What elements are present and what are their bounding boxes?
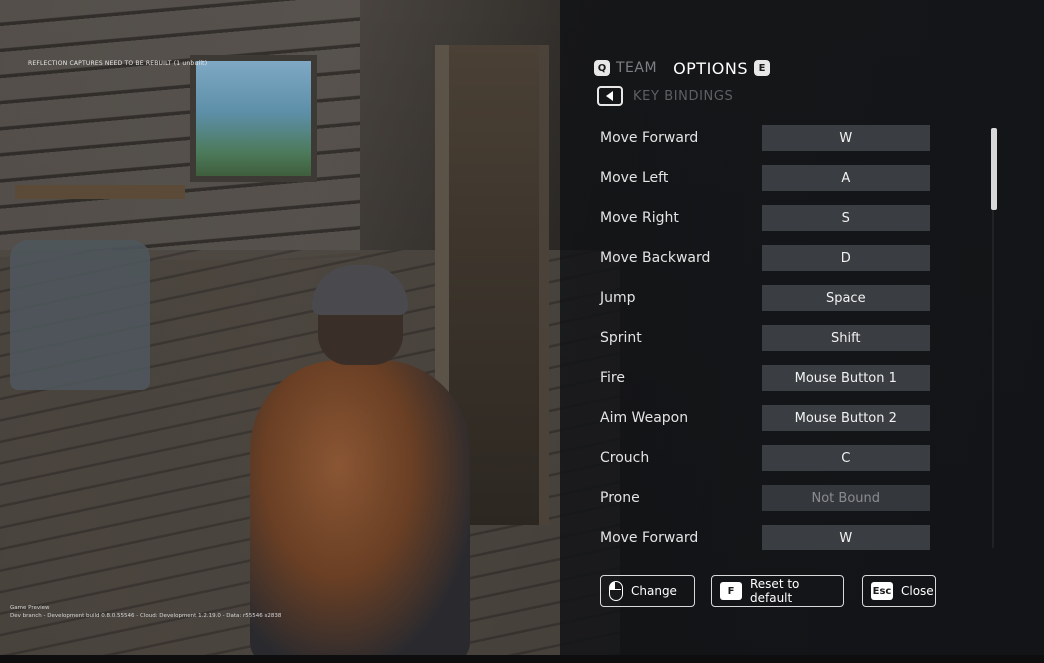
binding-action-label: Move Left (600, 170, 669, 186)
bottom-letterbox (0, 655, 1044, 663)
binding-action-label: Sprint (600, 330, 642, 346)
binding-action-label: Move Right (600, 210, 679, 226)
options-header: Q TEAM OPTIONS E (594, 58, 771, 78)
binding-action-label: Move Forward (600, 130, 699, 146)
section-header: KEY BINDINGS (597, 86, 733, 106)
binding-key-slot[interactable]: Not Bound (761, 485, 930, 511)
binding-row: Move Forward W (590, 118, 930, 158)
binding-key-slot[interactable]: Mouse Button 1 (761, 365, 930, 391)
binding-row: Move Backward D (590, 238, 930, 278)
armchair (10, 240, 150, 390)
binding-row: Jump Space (590, 278, 930, 318)
back-button[interactable] (597, 86, 623, 106)
change-button[interactable]: Change (600, 575, 695, 607)
close-key-hint: Esc (871, 582, 893, 600)
binding-key-slot[interactable]: Space (761, 285, 930, 311)
binding-action-label: Move Forward (600, 530, 699, 546)
binding-row: Move Forward W (590, 518, 930, 550)
section-title: KEY BINDINGS (633, 88, 734, 104)
build-info-line: Game Preview (10, 605, 50, 611)
mouse-icon (609, 581, 623, 601)
build-info-line: Dev branch - Development build 0.8.0.555… (10, 613, 282, 619)
close-label: Close (901, 584, 934, 598)
tab-options[interactable]: OPTIONS (673, 59, 748, 78)
binding-action-label: Crouch (600, 450, 650, 466)
binding-key-slot[interactable]: S (761, 205, 930, 231)
binding-key-slot[interactable]: D (761, 245, 930, 271)
player-character-body (250, 360, 470, 663)
reset-label: Reset to default (750, 577, 800, 605)
build-info: Game Preview Dev branch - Development bu… (10, 604, 281, 620)
scrollbar-thumb[interactable] (991, 128, 997, 210)
binding-action-label: Prone (600, 490, 640, 506)
team-key-hint: Q (594, 60, 610, 76)
binding-key-slot[interactable]: Shift (761, 325, 930, 351)
binding-action-label: Move Backward (600, 250, 711, 266)
close-button[interactable]: Esc Close (862, 575, 936, 607)
reset-to-default-button[interactable]: F Reset to default (711, 575, 844, 607)
binding-key-slot[interactable]: W (761, 525, 930, 550)
binding-row: Move Right S (590, 198, 930, 238)
binding-row: Move Left A (590, 158, 930, 198)
binding-action-label: Jump (600, 290, 636, 306)
binding-key-slot[interactable]: A (761, 165, 930, 191)
chevron-left-icon (605, 91, 613, 101)
table (15, 185, 185, 199)
binding-action-label: Fire (600, 370, 625, 386)
options-key-hint: E (754, 60, 771, 76)
binding-key-slot[interactable]: C (761, 445, 930, 471)
binding-row: Crouch C (590, 438, 930, 478)
tab-team[interactable]: TEAM (616, 60, 657, 76)
binding-row: Prone Not Bound (590, 478, 930, 518)
binding-row: Sprint Shift (590, 318, 930, 358)
binding-action-label: Aim Weapon (600, 410, 689, 426)
binding-row: Aim Weapon Mouse Button 2 (590, 398, 930, 438)
reset-key-hint: F (720, 582, 742, 600)
binding-key-slot[interactable]: Mouse Button 2 (761, 405, 930, 431)
dev-warning-text: REFLECTION CAPTURES NEED TO BE REBUILT (… (28, 60, 208, 67)
key-binding-list[interactable]: Move Forward W Move Left A Move Right S … (590, 118, 990, 550)
binding-key-slot[interactable]: W (761, 125, 930, 151)
binding-row: Fire Mouse Button 1 (590, 358, 930, 398)
change-label: Change (631, 584, 677, 598)
cabin-window (190, 55, 317, 182)
